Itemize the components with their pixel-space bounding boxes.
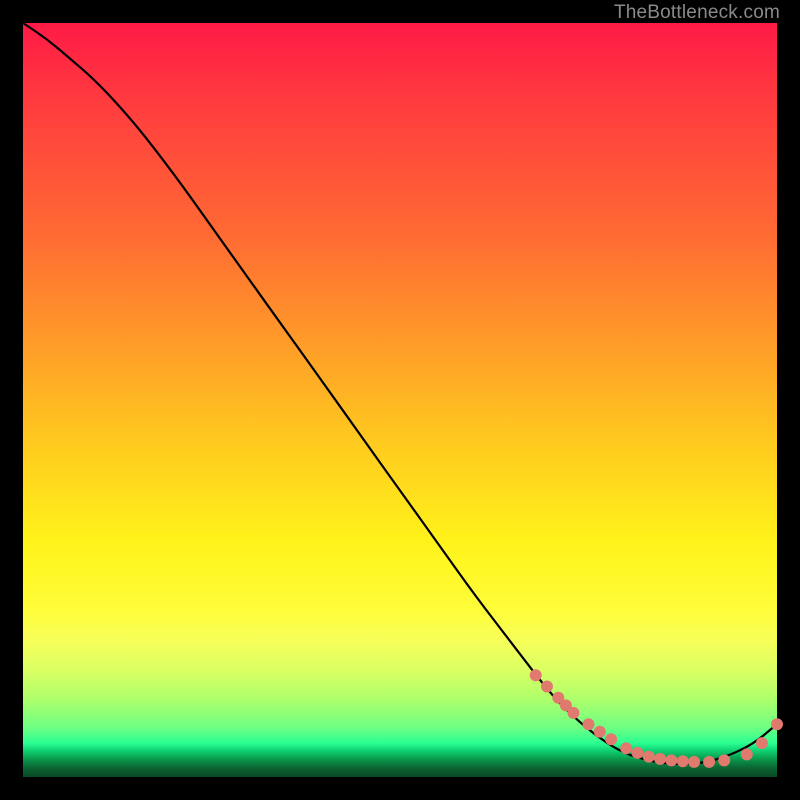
curve-dot — [530, 669, 542, 681]
curve-dot — [643, 751, 655, 763]
curve-dot — [688, 756, 700, 768]
curve-dot — [677, 755, 689, 767]
curve-dot — [703, 756, 715, 768]
curve-dot — [567, 707, 579, 719]
curve-dot — [756, 737, 768, 749]
chart-svg — [23, 23, 777, 777]
curve-dot — [605, 733, 617, 745]
curve-dot — [654, 753, 666, 765]
curve-marker-dots — [530, 669, 783, 768]
chart-stage: TheBottleneck.com — [0, 0, 800, 800]
watermark-text: TheBottleneck.com — [614, 2, 780, 24]
curve-dot — [665, 754, 677, 766]
curve-dot — [583, 718, 595, 730]
curve-dot — [741, 748, 753, 760]
bottleneck-curve — [23, 23, 777, 764]
curve-dot — [718, 754, 730, 766]
curve-dot — [771, 718, 783, 730]
curve-dot — [594, 726, 606, 738]
curve-dot — [541, 681, 553, 693]
curve-dot — [620, 742, 632, 754]
curve-dot — [632, 747, 644, 759]
